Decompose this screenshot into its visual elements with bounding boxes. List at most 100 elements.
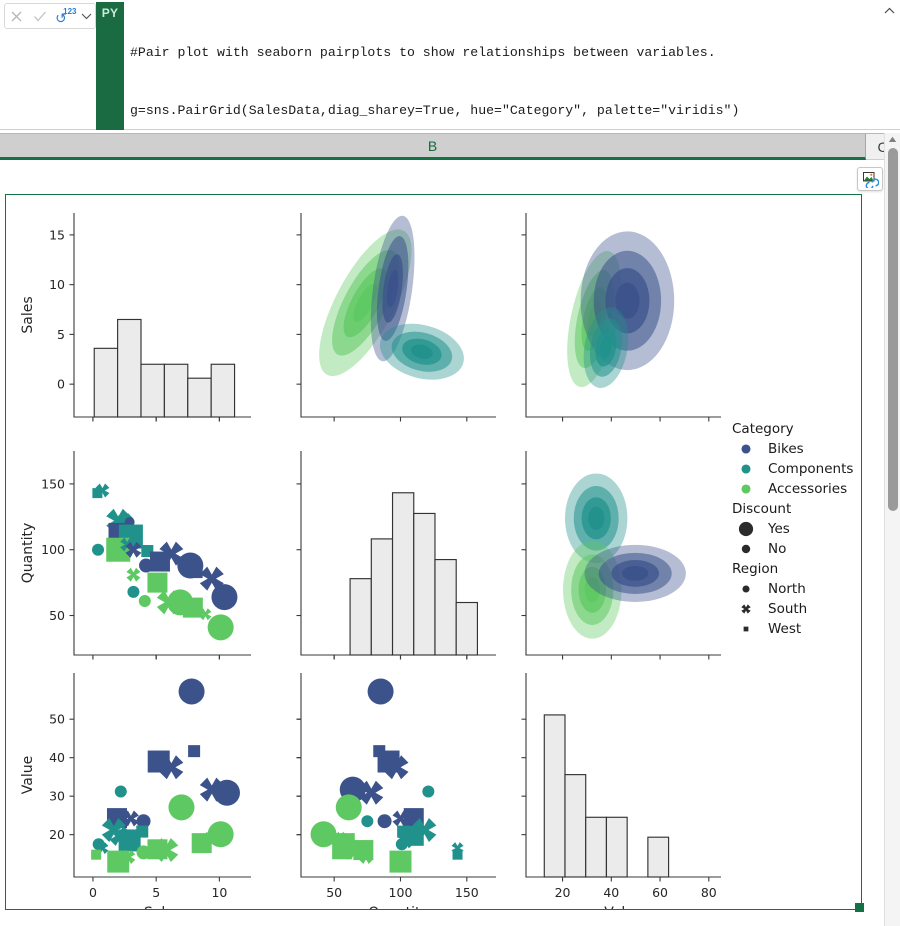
scatter-point [377,814,392,829]
hist-bar [187,377,212,418]
legend-item-label: Yes [767,521,790,537]
hist-bar [585,816,608,878]
scrollbar-thumb[interactable] [888,148,898,511]
hist-bar [93,347,119,418]
hist-bar [163,363,189,418]
hist-bar [117,318,142,418]
panel-sales-value-kde [521,213,721,422]
scatter-point [207,821,234,848]
scatter-point [207,614,234,641]
chevron-up-icon[interactable] [882,4,896,18]
x-tick-label: 100 [389,885,413,900]
legend-marker [742,585,750,593]
scatter-point [138,595,151,608]
y-tick-label: 30 [49,789,65,804]
hist-bar [543,714,566,878]
x-tick-label: 5 [152,885,160,900]
hist-bar [647,836,670,878]
scroll-up-arrow-icon[interactable] [888,136,898,145]
picture-in-cell-icon[interactable] [857,167,883,191]
vertical-scrollbar[interactable] [884,133,900,926]
chevron-down-icon[interactable] [81,12,92,20]
scatter-point [127,585,140,598]
cell-b-image-output[interactable]: 0 5 10 15 Sales 50 100 150 Quantity 0 5 10 20 30 40 50 S… [5,194,862,910]
scatter-point [114,785,127,798]
legend-item-label: South [768,601,807,617]
legend-marker [741,484,751,494]
legend-item-label: Accessories [768,481,847,497]
x-axis-label: Sales [144,905,181,910]
scatter-point [126,567,141,582]
x-tick-label: 60 [652,885,668,900]
scatter-point [395,838,408,851]
scatter-point [367,678,394,705]
panel-value-hist: 20 40 60 80 Value [521,673,721,910]
panel-value-sales-scatter: 0 5 10 20 30 40 50 Sales Value [20,673,251,910]
hist-bar [413,512,436,656]
scatter-point [168,794,195,821]
x-tick-label: 50 [326,885,342,900]
formula-bar: ↺ 123 PY #Pair plot with seaborn pairplot… [0,0,900,130]
kde-contour [588,506,605,530]
x-tick-label: 0 [89,885,97,900]
panel-quantity-hist [296,451,496,660]
scatter-point [92,543,105,556]
y-tick-label: 50 [49,712,65,727]
x-tick-label: 40 [603,885,619,900]
panel-sales-hist: 0 5 10 15 Sales [20,213,251,422]
x-axis-label: Value [604,905,642,910]
legend-marker [741,464,751,474]
legend-item-label: Bikes [768,441,804,457]
scatter-point [361,815,374,828]
panel-quantity-sales-scatter: 50 100 150 Quantity [20,451,251,660]
legend-group-title: Region [732,561,778,577]
legend-group-title: Discount [732,501,791,517]
x-tick-label: 80 [701,885,717,900]
y-tick-label: 40 [49,750,65,765]
column-header-b[interactable]: B [0,133,866,160]
hist-bar [434,558,457,656]
hist-bar [391,492,415,656]
scatter-point [422,785,435,798]
scatter-point [452,849,463,860]
code-line: g=sns.PairGrid(SalesData,diag_sharey=Tru… [130,103,740,119]
figure-legend: Category Bikes Components Accessories Discou… [732,421,853,637]
hist-bar [370,538,394,656]
y-axis-label: Value [20,756,36,794]
scatter-point [182,597,203,618]
python-language-badge: PY [96,2,124,130]
hist-bar [210,363,236,418]
scatter-point [211,584,238,611]
y-tick-label: 100 [41,542,65,557]
y-axis-label: Sales [20,296,36,333]
legend-marker [741,444,751,454]
code-line: #Pair plot with seaborn pairplots to sho… [130,44,716,60]
scatter-point [188,745,201,758]
legend-marker [741,544,751,554]
scatter-point [340,845,355,860]
hist-bar [140,363,165,418]
scatter-point [178,678,205,705]
legend-item-label: Components [768,461,853,477]
selection-resize-handle[interactable] [855,903,864,912]
hist-bar [564,774,587,878]
hist-bar [349,578,372,656]
panel-sales-quantity-kde [296,213,496,422]
legend-marker [738,521,754,537]
pairgrid-figure: 0 5 10 15 Sales 50 100 150 Quantity 0 5 10 20 30 40 50 S… [6,195,861,910]
y-axis-label: Quantity [20,523,36,584]
y-tick-label: 150 [41,476,65,491]
panel-quantity-value-kde [521,451,721,660]
legend-group-title: Category [732,421,794,437]
close-icon[interactable] [8,7,26,25]
fx-123-icon[interactable]: ↺ 123 [54,7,76,27]
y-tick-label: 10 [49,277,65,292]
scatter-point [136,825,149,838]
x-tick-label: 10 [211,885,227,900]
formula-code-editor[interactable]: #Pair plot with seaborn pairplots to sho… [124,0,882,130]
kde-contour [622,565,649,581]
scatter-point [147,572,168,593]
x-tick-label: 20 [555,885,571,900]
check-icon[interactable] [31,7,49,25]
scatter-point [389,850,412,873]
